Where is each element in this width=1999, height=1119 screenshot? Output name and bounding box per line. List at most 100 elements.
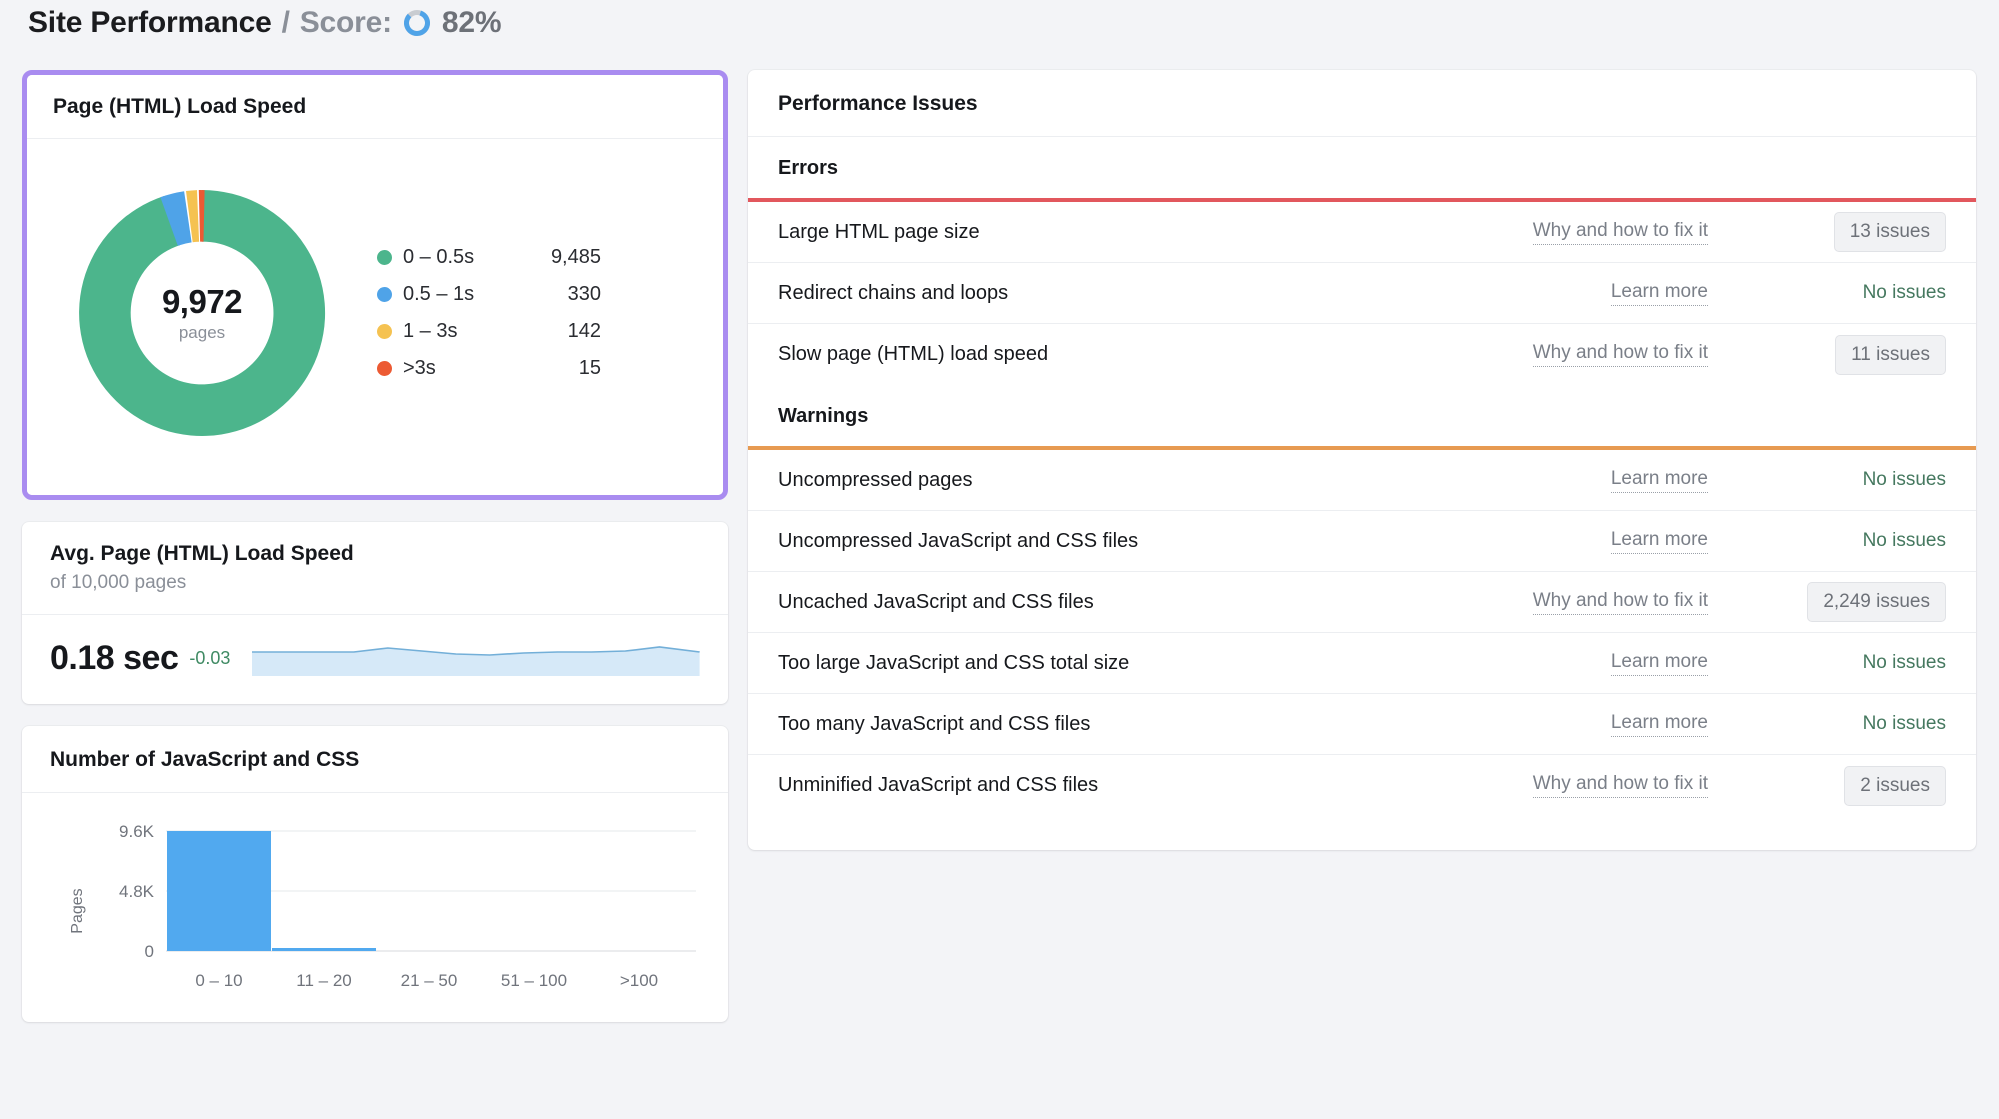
legend-color-dot bbox=[377, 287, 392, 302]
js-css-chart-body: Pages 9.6K 4.8K 0 0 – 10 11 – 20 21 – 50… bbox=[22, 793, 728, 1022]
x-tick-label: 0 – 10 bbox=[195, 971, 242, 990]
section-header-errors: Errors bbox=[778, 157, 839, 179]
avg-value: 0.18 sec bbox=[50, 639, 179, 677]
issue-status: No issues bbox=[1730, 530, 1946, 552]
legend-item[interactable]: 0 – 0.5s 9,485 bbox=[377, 239, 601, 276]
issue-row[interactable]: Too many JavaScript and CSS files Learn … bbox=[748, 694, 1976, 755]
legend-item[interactable]: 0.5 – 1s 330 bbox=[377, 276, 601, 313]
avg-card-subtitle: of 10,000 pages bbox=[22, 572, 728, 615]
page-title: Site Performance / Score: 82% bbox=[28, 6, 502, 40]
issue-name: Uncompressed pages bbox=[778, 468, 973, 491]
issue-name: Too large JavaScript and CSS total size bbox=[778, 651, 1130, 674]
performance-issues-panel: Performance Issues Errors Large HTML pag… bbox=[748, 70, 1976, 850]
panel-bottom-padding bbox=[748, 816, 1976, 850]
issue-help-link[interactable]: Learn more bbox=[1610, 468, 1708, 493]
avg-load-speed-card[interactable]: Avg. Page (HTML) Load Speed of 10,000 pa… bbox=[22, 522, 728, 704]
issue-status: No issues bbox=[1730, 469, 1946, 491]
no-issues-label: No issues bbox=[1862, 469, 1946, 490]
js-css-count-card[interactable]: Number of JavaScript and CSS Pages 9.6K … bbox=[22, 726, 728, 1022]
title-separator: / bbox=[281, 6, 290, 39]
issue-name: Large HTML page size bbox=[778, 220, 980, 243]
y-tick-label: 0 bbox=[145, 942, 154, 961]
issue-row[interactable]: Uncached JavaScript and CSS files Why an… bbox=[748, 572, 1976, 633]
issue-status: 11 issues bbox=[1730, 334, 1946, 375]
legend-value: 9,485 bbox=[550, 246, 601, 268]
legend-item[interactable]: >3s 15 bbox=[377, 350, 601, 387]
section-header-warnings: Warnings bbox=[778, 405, 869, 427]
y-axis-label: Pages bbox=[69, 888, 86, 933]
issue-row[interactable]: Redirect chains and loops Learn more No … bbox=[748, 263, 1976, 324]
issue-help-link[interactable]: Learn more bbox=[1610, 651, 1708, 676]
js-css-bar-chart: Pages 9.6K 4.8K 0 0 – 10 11 – 20 21 – 50… bbox=[69, 822, 696, 990]
legend-label: 0 – 0.5s bbox=[403, 246, 475, 268]
issue-row[interactable]: Slow page (HTML) load speed Why and how … bbox=[748, 324, 1976, 385]
y-tick-label: 4.8K bbox=[119, 882, 155, 901]
bar-0 bbox=[167, 831, 271, 951]
legend-label: 0.5 – 1s bbox=[403, 283, 475, 305]
issue-help-link[interactable]: Learn more bbox=[1610, 529, 1708, 554]
issue-row[interactable]: Uncompressed pages Learn more No issues bbox=[748, 450, 1976, 511]
avg-card-header: Avg. Page (HTML) Load Speed bbox=[22, 522, 728, 572]
issue-help-link[interactable]: Learn more bbox=[1610, 281, 1708, 306]
issue-row[interactable]: Too large JavaScript and CSS total size … bbox=[748, 633, 1976, 694]
avg-sparkline-chart bbox=[252, 642, 701, 676]
issue-help-link[interactable]: Why and how to fix it bbox=[1532, 220, 1708, 245]
issue-help-link[interactable]: Why and how to fix it bbox=[1532, 590, 1708, 615]
x-tick-label: 11 – 20 bbox=[296, 971, 351, 990]
issue-row[interactable]: Unminified JavaScript and CSS files Why … bbox=[748, 755, 1976, 816]
page-load-speed-title: Page (HTML) Load Speed bbox=[27, 75, 723, 139]
donut-svg bbox=[79, 189, 326, 436]
avg-card-body: 0.18 sec -0.03 bbox=[22, 615, 728, 704]
legend-value: 330 bbox=[567, 283, 601, 305]
score-label: Score: bbox=[299, 6, 392, 39]
no-issues-label: No issues bbox=[1862, 530, 1946, 551]
x-tick-label: >100 bbox=[620, 971, 658, 990]
issue-status: No issues bbox=[1730, 282, 1946, 304]
issue-name: Uncompressed JavaScript and CSS files bbox=[778, 529, 1139, 552]
issue-row[interactable]: Large HTML page size Why and how to fix … bbox=[748, 202, 1976, 263]
issue-help-link[interactable]: Why and how to fix it bbox=[1532, 773, 1708, 798]
legend-item[interactable]: 1 – 3s 142 bbox=[377, 313, 601, 350]
issue-name: Redirect chains and loops bbox=[778, 281, 1009, 304]
issue-status: 2 issues bbox=[1730, 765, 1946, 806]
issue-count-badge[interactable]: 11 issues bbox=[1835, 334, 1946, 375]
x-tick-label: 51 – 100 bbox=[501, 971, 567, 990]
issue-count-badge[interactable]: 2,249 issues bbox=[1807, 582, 1946, 622]
issue-name: Uncached JavaScript and CSS files bbox=[778, 590, 1094, 613]
avg-card-title: Avg. Page (HTML) Load Speed bbox=[50, 542, 354, 565]
donut-legend: 0 – 0.5s 9,485 0.5 – 1s 330 1 – 3s 142 >… bbox=[377, 239, 601, 387]
js-css-card-title: Number of JavaScript and CSS bbox=[22, 726, 728, 793]
x-tick-label: 21 – 50 bbox=[401, 971, 458, 990]
issue-name: Slow page (HTML) load speed bbox=[778, 343, 1049, 365]
issue-name: Too many JavaScript and CSS files bbox=[778, 712, 1091, 735]
site-performance-page: Site Performance / Score: 82% Page (HTML… bbox=[0, 0, 1999, 1119]
issue-row[interactable]: Uncompressed JavaScript and CSS files Le… bbox=[748, 511, 1976, 572]
avg-delta: -0.03 bbox=[189, 648, 231, 668]
page-title-text: Site Performance bbox=[28, 6, 272, 39]
bar-1 bbox=[272, 948, 376, 951]
legend-label: >3s bbox=[403, 357, 436, 379]
page-load-speed-card[interactable]: Page (HTML) Load Speed 9,972 pages 0 – 0… bbox=[22, 70, 728, 500]
left-column: Page (HTML) Load Speed 9,972 pages 0 – 0… bbox=[22, 70, 728, 1022]
issue-status: No issues bbox=[1730, 713, 1946, 735]
legend-color-dot bbox=[377, 324, 392, 339]
issue-help-link[interactable]: Why and how to fix it bbox=[1532, 342, 1708, 367]
no-issues-label: No issues bbox=[1862, 282, 1946, 303]
y-tick-label: 9.6K bbox=[119, 822, 155, 841]
legend-color-dot bbox=[377, 250, 392, 265]
no-issues-label: No issues bbox=[1862, 652, 1946, 673]
legend-value: 15 bbox=[578, 357, 601, 379]
score-value: 82% bbox=[441, 6, 502, 39]
issue-count-badge[interactable]: 13 issues bbox=[1833, 212, 1946, 252]
issue-status: No issues bbox=[1730, 652, 1946, 674]
legend-value: 142 bbox=[567, 320, 601, 342]
issue-status: 2,249 issues bbox=[1730, 582, 1946, 622]
legend-color-dot bbox=[377, 361, 392, 376]
legend-label: 1 – 3s bbox=[403, 320, 458, 342]
performance-issues-title: Performance Issues bbox=[748, 70, 1976, 137]
issue-help-link[interactable]: Learn more bbox=[1610, 712, 1708, 737]
issue-count-badge[interactable]: 2 issues bbox=[1844, 765, 1946, 806]
score-ring-icon bbox=[402, 8, 432, 38]
issue-status: 13 issues bbox=[1730, 212, 1946, 252]
donut-graphic: 9,972 pages bbox=[37, 157, 367, 469]
